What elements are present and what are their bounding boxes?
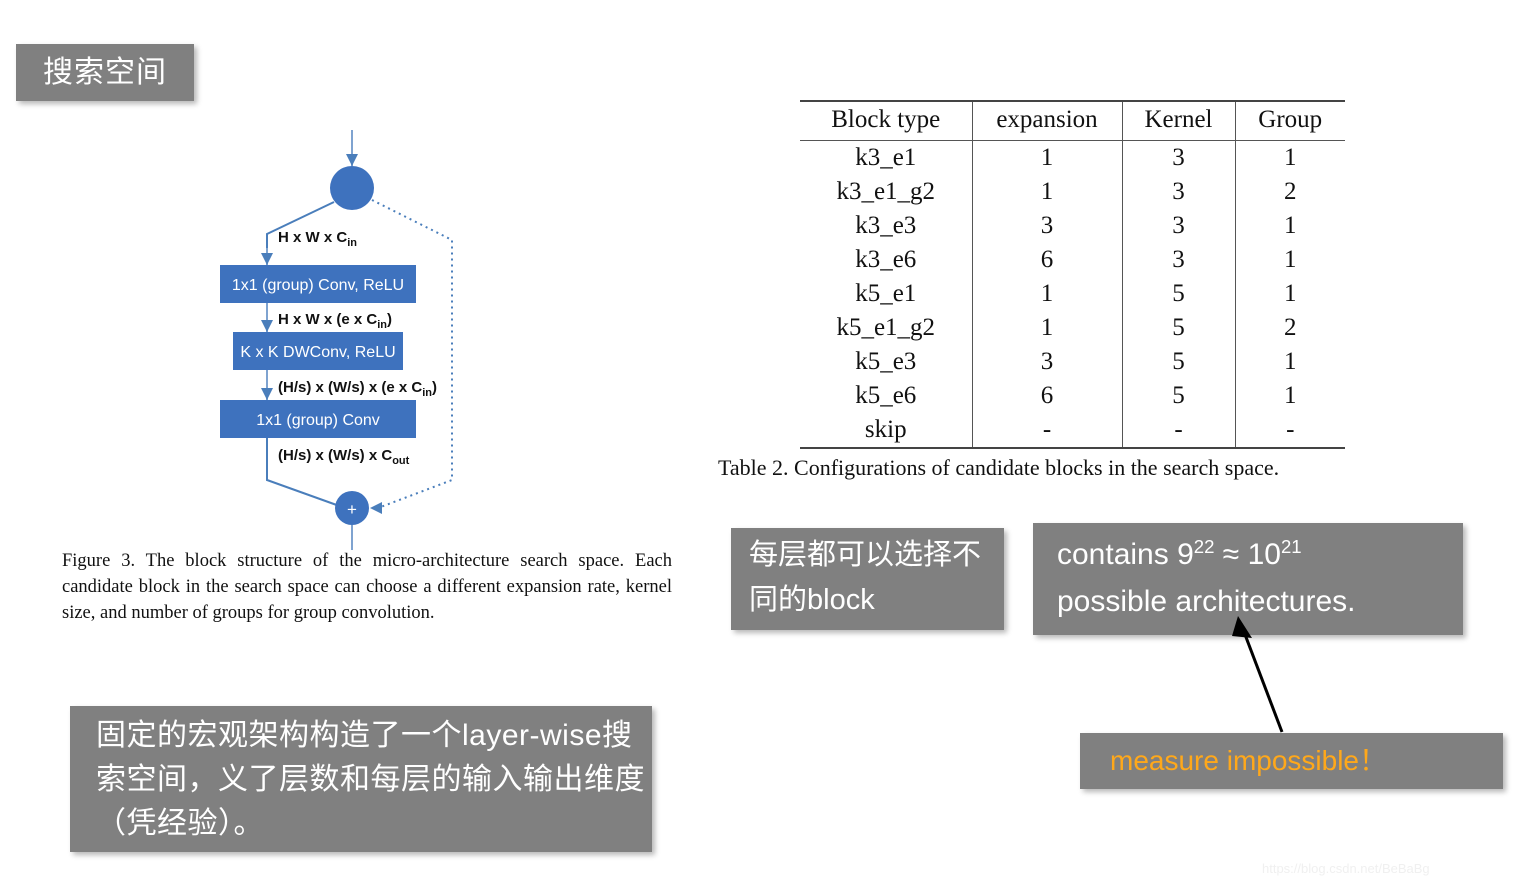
- table-cell-block-type: k5_e3: [855, 348, 917, 375]
- table-cell-block-type: k5_e6: [855, 382, 917, 409]
- table-cell-kernel: 3: [1121, 140, 1235, 175]
- edge-label-4: (H/s) x (W/s) x Cout: [278, 447, 410, 467]
- table-cell-expansion: 1: [971, 277, 1122, 311]
- table-cell-group: 1: [1234, 140, 1345, 175]
- merge-node-label: +: [347, 500, 357, 519]
- table-header-row: Block type expansion Kernel Group: [800, 101, 1345, 141]
- watermark: https://blog.csdn.net/BeBaBg: [1262, 861, 1430, 876]
- table-caption: Table 2. Configurations of candidate blo…: [718, 455, 1280, 480]
- table-cell-block-type: k3_e3: [855, 212, 917, 239]
- split-node: [330, 166, 374, 210]
- pointer-arrow-head: [1232, 616, 1252, 638]
- annotation-measure-impossible: measure impossible！: [1080, 733, 1503, 789]
- table-cell-kernel: 3: [1121, 209, 1235, 243]
- table-cell-expansion: 6: [971, 379, 1122, 413]
- table-cell-block-type: k3_e1_g2: [836, 178, 936, 205]
- table-body: k3_e1 1 3 1 k3_e1_g2 1 3 2 k3_e3 3 3 1 k3_e6 6 3 1 k5_e1…: [800, 140, 1345, 448]
- figure-caption: Figure 3. The block structure of the mic…: [62, 551, 672, 623]
- table-cell-expansion: 1: [971, 140, 1122, 175]
- table-cell-group: 2: [1234, 175, 1345, 209]
- table-cell-group: 1: [1234, 243, 1345, 277]
- edge-label-3: (H/s) x (W/s) x (e x Cin): [278, 379, 437, 399]
- table-header-kernel: Kernel: [1121, 101, 1235, 141]
- block-structure-diagram: 1x1 (group) Conv, ReLU K x K DWConv, ReL…: [60, 130, 680, 550]
- table-cell-group: 1: [1234, 209, 1345, 243]
- table-row: k5_e6 6 5 1: [800, 379, 1345, 413]
- annotation-pointer-arrow: [1232, 616, 1284, 733]
- table-row: k3_e6 6 3 1: [800, 243, 1345, 277]
- edge-label-2: H x W x (e x Cin): [278, 311, 392, 331]
- contains-prefix: contains 9: [1057, 538, 1194, 571]
- slide-title-badge: 搜索空间: [16, 44, 194, 101]
- table-cell-group: 1: [1234, 277, 1345, 311]
- conv-block-3-label: 1x1 (group) Conv: [256, 412, 380, 429]
- contains-exponent-2: 21: [1280, 536, 1302, 557]
- contains-mid: ≈ 10: [1214, 538, 1281, 571]
- table-cell-group: 1: [1234, 379, 1345, 413]
- conv-block-1-label: 1x1 (group) Conv, ReLU: [232, 277, 404, 294]
- pointer-arrow-shaft: [1239, 623, 1284, 733]
- table-row: k3_e1_g2 1 3 2: [800, 175, 1345, 209]
- table-header-expansion: expansion: [971, 101, 1122, 141]
- table-cell-expansion: 3: [971, 209, 1122, 243]
- diagram-svg: 1x1 (group) Conv, ReLU K x K DWConv, ReL…: [220, 130, 453, 550]
- annotation-layer-choice: 每层都可以选择不同的block: [731, 528, 1004, 630]
- table-row: k3_e1 1 3 1: [800, 140, 1345, 175]
- table-cell-kernel: 5: [1121, 379, 1235, 413]
- table-cell-kernel: -: [1121, 413, 1235, 448]
- conv-block-2-label: K x K DWConv, ReLU: [240, 344, 395, 361]
- table-cell-block-type: k3_e1: [855, 144, 917, 171]
- table-cell-expansion: 3: [971, 345, 1122, 379]
- table-cell-block-type: k5_e1_g2: [836, 314, 936, 341]
- table-cell-group: 2: [1234, 311, 1345, 345]
- annotation-macro-architecture: 固定的宏观架构构造了一个layer-wise搜索空间，义了层数和每层的输入输出维…: [70, 706, 652, 852]
- table-cell-kernel: 5: [1121, 277, 1235, 311]
- table-cell-block-type: skip: [864, 416, 907, 443]
- candidate-blocks-table: Block type expansion Kernel Group k3_e1 1…: [800, 100, 1345, 449]
- contains-exponent-1: 22: [1193, 536, 1215, 557]
- table-cell-kernel: 5: [1121, 345, 1235, 379]
- table-cell-expansion: 1: [971, 311, 1122, 345]
- table-cell-kernel: 3: [1121, 243, 1235, 277]
- edge-label-1: H x W x Cin: [278, 229, 357, 249]
- table-cell-expansion: 6: [971, 243, 1122, 277]
- table-cell-kernel: 3: [1121, 175, 1235, 209]
- table-header-group: Group: [1234, 101, 1345, 141]
- table-cell-block-type: k3_e6: [855, 246, 917, 273]
- table-cell-group: 1: [1234, 345, 1345, 379]
- table-cell-kernel: 5: [1121, 311, 1235, 345]
- table-row: k5_e1 1 5 1: [800, 277, 1345, 311]
- table-header-block-type: Block type: [831, 106, 941, 133]
- table-cell-block-type: k5_e1: [855, 280, 917, 307]
- table-row: k5_e1_g2 1 5 2: [800, 311, 1345, 345]
- skip-arrowhead: [370, 502, 382, 514]
- table-cell-group: -: [1234, 413, 1345, 448]
- table-cell-expansion: 1: [971, 175, 1122, 209]
- table-cell-expansion: -: [971, 413, 1122, 448]
- table-row: k5_e3 3 5 1: [800, 345, 1345, 379]
- table-row: k3_e3 3 3 1: [800, 209, 1345, 243]
- candidate-blocks-table-container: Block type expansion Kernel Group k3_e1 1…: [800, 100, 1345, 449]
- table-row: skip - - -: [800, 413, 1345, 448]
